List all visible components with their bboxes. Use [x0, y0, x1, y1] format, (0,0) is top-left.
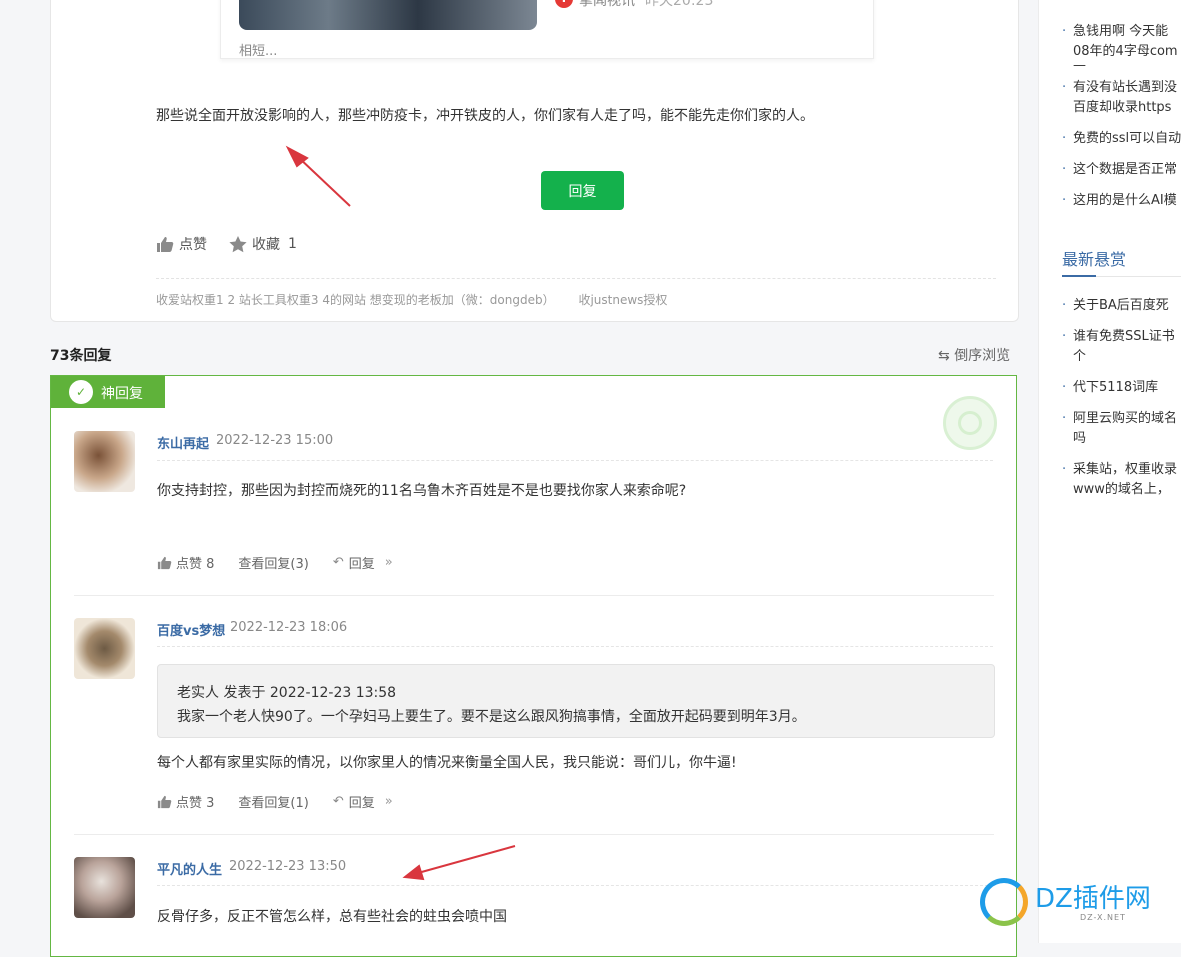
bullet-icon: · — [1062, 380, 1067, 395]
section-title-underline — [1062, 275, 1096, 277]
watermark: DZ插件网 DZ-X.NET — [980, 876, 1170, 931]
bullet-icon: · — [1062, 162, 1067, 177]
sidebar-item-line: 谁有免费SSL证书 — [1073, 329, 1175, 344]
annotation-arrows — [285, 145, 516, 881]
watermark-domain: DZ-X.NET — [1080, 913, 1126, 922]
sidebar-item-line: 急钱用啊 今天能 — [1073, 24, 1169, 39]
bullet-icon: · — [1062, 24, 1067, 39]
sidebar-item-line: 代下5118词库 — [1073, 380, 1159, 395]
sidebar-item-line: www的域名上， — [1073, 482, 1170, 497]
sidebar-item[interactable]: · 关于BA后百度死 — [1062, 296, 1181, 316]
sidebar-item-line: 吗 — [1073, 431, 1087, 446]
dz-logo-icon — [980, 878, 1028, 926]
sidebar-item[interactable]: · 免费的ssl可以自动 — [1062, 129, 1181, 149]
sidebar-item[interactable]: · 这个数据是否正常 — [1062, 160, 1181, 180]
sidebar-item-line: 这个数据是否正常 — [1073, 162, 1178, 177]
bullet-icon: · — [1062, 131, 1067, 146]
bullet-icon: · — [1062, 80, 1067, 95]
sidebar-section-title: 最新悬赏 — [1062, 250, 1127, 269]
sidebar-item-line: — — [1073, 62, 1086, 70]
sidebar-item[interactable]: · 急钱用啊 今天能 08年的4字母com — — [1062, 22, 1181, 70]
sidebar-item-line: 免费的ssl可以自动 — [1073, 131, 1181, 146]
bullet-icon: · — [1062, 411, 1067, 426]
bullet-icon: · — [1062, 193, 1067, 208]
sidebar-item-line: 08年的4字母com — [1073, 44, 1178, 59]
watermark-brand: DZ插件网 — [1035, 884, 1151, 914]
bullet-icon: · — [1062, 298, 1067, 313]
sidebar-item-line: 关于BA后百度死 — [1073, 298, 1169, 313]
sidebar-item[interactable]: · 有没有站长遇到没 百度却收录https — [1062, 78, 1181, 118]
sidebar-item-line: 个 — [1073, 349, 1087, 364]
sidebar-item-line: 这用的是什么AI模 — [1073, 193, 1177, 208]
annotation-arrow — [402, 845, 516, 881]
bullet-icon: · — [1062, 329, 1067, 344]
bullet-icon: · — [1062, 462, 1067, 477]
sidebar-item[interactable]: · 这用的是什么AI模 — [1062, 191, 1181, 211]
sidebar-item-line: 百度却收录https — [1073, 100, 1172, 115]
sidebar-item[interactable]: · 代下5118词库 — [1062, 378, 1181, 398]
sidebar-item-line: 采集站，权重收录 — [1073, 462, 1178, 477]
sidebar-item[interactable]: · 阿里云购买的域名 吗 — [1062, 409, 1181, 449]
annotation-arrow — [285, 145, 351, 207]
sidebar-item-line: 有没有站长遇到没 — [1073, 80, 1178, 95]
sidebar-item[interactable]: · 谁有免费SSL证书 个 — [1062, 327, 1181, 367]
sidebar-item[interactable]: · 采集站，权重收录 www的域名上， — [1062, 460, 1181, 500]
sidebar-item-line: 阿里云购买的域名 — [1073, 411, 1178, 426]
